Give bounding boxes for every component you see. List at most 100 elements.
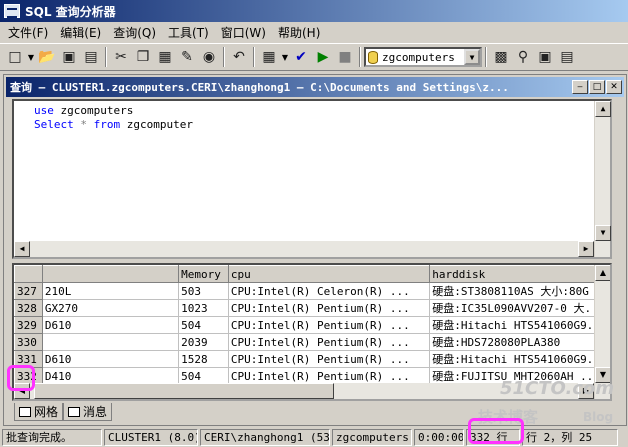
copy-icon[interactable]: ❐ bbox=[132, 46, 154, 68]
editor-line-1: use zgcomputers bbox=[34, 104, 610, 118]
grid-icon bbox=[19, 406, 31, 417]
column-header[interactable] bbox=[14, 265, 43, 283]
table-cell[interactable]: CPU:Intel(R) Pentium(R) ... bbox=[228, 333, 431, 351]
table-cell[interactable] bbox=[42, 333, 180, 351]
maximize-icon[interactable]: □ bbox=[589, 80, 605, 94]
table-cell[interactable]: 硬盘:HDS728080PLA380 bbox=[429, 333, 610, 351]
table-cell[interactable]: D610 bbox=[42, 316, 180, 334]
insert-template-icon[interactable]: ▤ bbox=[80, 46, 102, 68]
status-user: CERI\zhanghong1 (53) bbox=[200, 428, 330, 446]
table-cell[interactable]: 504 bbox=[178, 316, 229, 334]
table-row[interactable]: 327 210L 503 CPU:Intel(R) Celeron(R) ...… bbox=[14, 282, 610, 300]
menu-edit[interactable]: 编辑(E) bbox=[54, 24, 107, 41]
minimize-icon[interactable]: ‒ bbox=[572, 80, 588, 94]
new-dropdown-icon[interactable]: ▼ bbox=[26, 53, 36, 62]
table-cell[interactable]: 硬盘:IC35L090AVV207-0 大. bbox=[429, 299, 610, 317]
menu-file[interactable]: 文件(F) bbox=[2, 24, 54, 41]
close-icon[interactable]: ✕ bbox=[606, 80, 622, 94]
tab-messages[interactable]: 消息 bbox=[63, 403, 113, 421]
table-cell[interactable]: 2039 bbox=[178, 333, 229, 351]
app-title-bar: SQL 查询分析器 bbox=[0, 0, 628, 22]
table-row[interactable]: 331 D610 1528 CPU:Intel(R) Pentium(R) ..… bbox=[14, 350, 610, 368]
sql-app-icon bbox=[4, 4, 20, 18]
table-cell[interactable]: 210L bbox=[42, 282, 180, 300]
new-query-icon[interactable]: □ bbox=[4, 46, 26, 68]
table-cell[interactable]: CPU:Intel(R) Pentium(R) ... bbox=[228, 316, 431, 334]
editor-horizontal-scrollbar[interactable]: ◀ ▶ bbox=[14, 241, 594, 257]
menu-bar: 文件(F) 编辑(E) 查询(Q) 工具(T) 窗口(W) 帮助(H) bbox=[0, 22, 628, 42]
object-browser-icon[interactable]: ▩ bbox=[490, 46, 512, 68]
tab-grid-label: 网格 bbox=[34, 405, 59, 419]
stop-icon[interactable]: ■ bbox=[334, 46, 356, 68]
column-header-cpu[interactable]: cpu bbox=[227, 265, 431, 283]
row-number[interactable]: 327 bbox=[14, 282, 43, 300]
editor-vertical-scrollbar[interactable]: ▲ ▼ bbox=[594, 101, 611, 257]
clear-window-icon[interactable]: ✎ bbox=[176, 46, 198, 68]
execute-icon[interactable]: ▶ bbox=[312, 46, 334, 68]
row-number[interactable]: 329 bbox=[14, 316, 43, 334]
table-cell[interactable]: 硬盘:ST3808110AS 大小:80G bbox=[429, 282, 610, 300]
toolbar-separator bbox=[253, 47, 255, 67]
toolbar: □ ▼ 📂 ▣ ▤ ✂ ❐ ▦ ✎ ◉ ↶ ▦ ▼ ✔ ▶ ■ zgcomput… bbox=[0, 43, 628, 71]
scroll-up-icon[interactable]: ▲ bbox=[595, 101, 611, 117]
sql-editor[interactable]: use zgcomputers Select * from zgcomputer… bbox=[12, 99, 612, 259]
scroll-left-icon[interactable]: ◀ bbox=[14, 241, 30, 257]
table-cell[interactable]: 1023 bbox=[178, 299, 229, 317]
status-message: 批查询完成。 bbox=[2, 428, 102, 446]
parse-check-icon[interactable]: ✔ bbox=[290, 46, 312, 68]
table-cell[interactable]: 硬盘:Hitachi HTS541060G9. bbox=[429, 316, 610, 334]
menu-help[interactable]: 帮助(H) bbox=[272, 24, 326, 41]
watermark-blog: Blog bbox=[583, 410, 614, 424]
query-window: 查询 — CLUSTER1.zgcomputers.CERI\zhanghong… bbox=[3, 74, 627, 426]
status-database: zgcomputers bbox=[332, 428, 412, 446]
table-cell[interactable]: GX270 bbox=[42, 299, 180, 317]
table-row[interactable]: 329 D610 504 CPU:Intel(R) Pentium(R) ...… bbox=[14, 316, 610, 334]
paste-icon[interactable]: ▦ bbox=[154, 46, 176, 68]
results-table: Memory cpu harddisk 327 210L 503 CPU:Int… bbox=[14, 265, 610, 385]
find-icon[interactable]: ◉ bbox=[198, 46, 220, 68]
table-cell[interactable]: 503 bbox=[178, 282, 229, 300]
menu-tools[interactable]: 工具(T) bbox=[162, 24, 215, 41]
table-cell[interactable]: CPU:Intel(R) Pentium(R) ... bbox=[228, 350, 431, 368]
scroll-right-icon[interactable]: ▶ bbox=[578, 241, 594, 257]
editor-line-2: Select * from zgcomputer bbox=[34, 118, 610, 132]
table-cell[interactable]: CPU:Intel(R) Pentium(R) ... bbox=[228, 367, 431, 385]
object-search-icon[interactable]: ⚲ bbox=[512, 46, 534, 68]
open-folder-icon[interactable]: 📂 bbox=[36, 46, 58, 68]
table-cell[interactable]: CPU:Intel(R) Celeron(R) ... bbox=[228, 282, 431, 300]
cut-icon[interactable]: ✂ bbox=[110, 46, 132, 68]
scroll-thumb[interactable] bbox=[34, 383, 334, 399]
table-header-row: Memory cpu harddisk bbox=[14, 265, 610, 283]
results-dropdown-icon[interactable]: ▼ bbox=[280, 53, 290, 62]
results-mode-icon[interactable]: ▦ bbox=[258, 46, 280, 68]
messages-icon bbox=[68, 406, 81, 417]
tab-grid[interactable]: 网格 bbox=[14, 403, 64, 421]
table-cell[interactable]: 1528 bbox=[178, 350, 229, 368]
toolbar-separator bbox=[105, 47, 107, 67]
database-select[interactable]: zgcomputers ▼ bbox=[364, 47, 482, 67]
query-window-title-text: 查询 — CLUSTER1.zgcomputers.CERI\zhanghong… bbox=[10, 81, 509, 94]
scroll-down-icon[interactable]: ▼ bbox=[595, 225, 611, 241]
table-cell[interactable]: 504 bbox=[178, 367, 229, 385]
menu-window[interactable]: 窗口(W) bbox=[215, 24, 272, 41]
menu-query[interactable]: 查询(Q) bbox=[107, 24, 162, 41]
chevron-down-icon[interactable]: ▼ bbox=[464, 49, 480, 65]
table-row[interactable]: 330 2039 CPU:Intel(R) Pentium(R) ... 硬盘:… bbox=[14, 333, 610, 351]
show-results-pane-icon[interactable]: ▤ bbox=[556, 46, 578, 68]
column-header-memory[interactable]: Memory bbox=[178, 265, 229, 283]
column-header[interactable] bbox=[41, 265, 180, 283]
column-header-harddisk[interactable]: harddisk bbox=[429, 265, 610, 283]
table-row[interactable]: 328 GX270 1023 CPU:Intel(R) Pentium(R) .… bbox=[14, 299, 610, 317]
row-number[interactable]: 330 bbox=[14, 333, 43, 351]
scroll-up-icon[interactable]: ▲ bbox=[595, 265, 610, 281]
save-icon[interactable]: ▣ bbox=[58, 46, 80, 68]
table-cell[interactable]: D610 bbox=[42, 350, 180, 368]
row-number[interactable]: 328 bbox=[14, 299, 43, 317]
toolbar-separator bbox=[485, 47, 487, 67]
table-cell[interactable]: D410 bbox=[42, 367, 180, 385]
current-connection-icon[interactable]: ▣ bbox=[534, 46, 556, 68]
table-cell[interactable]: 硬盘:Hitachi HTS541060G9. bbox=[429, 350, 610, 368]
table-cell[interactable]: CPU:Intel(R) Pentium(R) ... bbox=[228, 299, 431, 317]
editor-text: zgcomputers bbox=[53, 104, 134, 117]
undo-icon[interactable]: ↶ bbox=[228, 46, 250, 68]
